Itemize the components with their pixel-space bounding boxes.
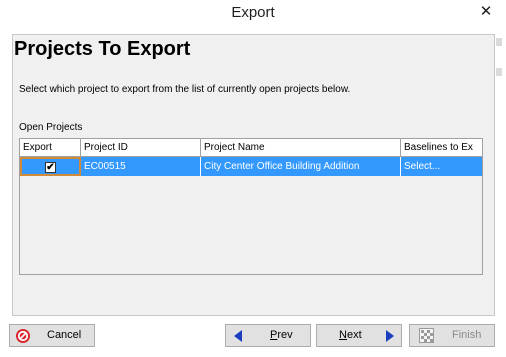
projects-grid: Export Project ID Project Name Baselines… [19,138,483,275]
cancel-button-label: Cancel [47,329,82,341]
prev-button[interactable]: Prev [225,324,311,347]
scroll-down-indicator[interactable] [496,68,502,76]
column-header-baselines[interactable]: Baselines to Ex [401,139,482,157]
checkmark-icon: ✔ [46,162,55,173]
next-button-label: Next [339,329,362,341]
scroll-up-indicator[interactable] [496,38,502,46]
open-projects-label: Open Projects [19,122,83,133]
grid-header: Export Project ID Project Name Baselines… [20,139,482,157]
next-button[interactable]: Next [316,324,402,347]
prev-button-label: Prev [270,329,293,341]
cancel-button[interactable]: Cancel [9,324,95,347]
arrow-left-icon [233,329,243,346]
cancel-icon [15,328,31,347]
close-icon[interactable]: ✕ [466,0,506,21]
title-bar: Export ✕ [0,0,506,25]
finish-button-label: Finish [452,329,482,341]
project-name-cell: City Center Office Building Addition [201,157,401,176]
column-header-project-id[interactable]: Project ID [81,139,201,157]
column-header-export[interactable]: Export [20,139,81,157]
page-title: Projects To Export [14,38,191,60]
export-checkbox[interactable]: ✔ [45,162,56,173]
baselines-select-cell[interactable]: Select... [401,157,482,176]
table-row[interactable]: ✔ EC00515 City Center Office Building Ad… [20,157,482,176]
column-header-project-name[interactable]: Project Name [201,139,401,157]
window-title: Export [231,4,275,21]
instructions-text: Select which project to export from the … [19,84,351,95]
export-cell[interactable]: ✔ [20,157,81,176]
arrow-right-icon [385,329,395,346]
finish-flag-icon [419,328,434,346]
finish-button[interactable]: Finish [409,324,495,347]
project-id-cell: EC00515 [81,157,201,176]
